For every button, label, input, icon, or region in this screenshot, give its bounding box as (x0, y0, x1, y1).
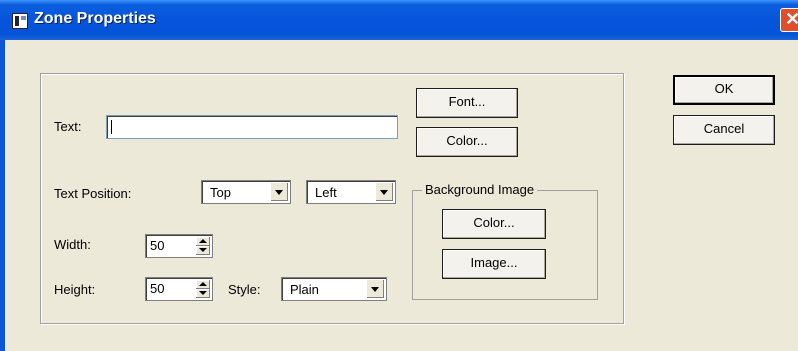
title-bar[interactable]: Zone Properties ✕ (0, 0, 798, 40)
height-label: Height: (54, 282, 96, 297)
font-button-label: Font... (448, 94, 486, 109)
background-image-group (412, 190, 598, 300)
color-button-label: Color... (446, 133, 488, 148)
color-button[interactable]: Color... (416, 127, 518, 157)
chevron-down-icon[interactable] (270, 183, 288, 201)
vertical-position-select[interactable]: Top (201, 180, 291, 204)
text-cursor (111, 120, 112, 134)
spin-down-icon[interactable] (196, 246, 210, 255)
horizontal-position-select[interactable]: Left (306, 180, 396, 204)
spin-up-icon[interactable] (196, 237, 210, 246)
width-label: Width: (54, 237, 91, 252)
height-stepper[interactable]: 50 (145, 277, 213, 301)
close-icon: ✕ (785, 9, 798, 29)
app-icon (12, 13, 28, 29)
close-button[interactable]: ✕ (780, 8, 798, 32)
cancel-button[interactable]: Cancel (673, 115, 775, 145)
chevron-down-icon[interactable] (366, 280, 384, 298)
vertical-position-value: Top (210, 185, 231, 200)
spin-up-icon[interactable] (196, 280, 210, 289)
cancel-button-label: Cancel (703, 121, 745, 136)
style-select[interactable]: Plain (281, 277, 387, 301)
window-border (0, 40, 5, 351)
ok-button-label: OK (714, 81, 734, 96)
width-stepper[interactable]: 50 (145, 234, 213, 258)
horizontal-position-value: Left (315, 185, 337, 200)
text-input[interactable] (106, 115, 398, 139)
window-title: Zone Properties (34, 10, 156, 27)
background-color-button-label: Color... (473, 215, 515, 230)
text-label: Text: (54, 119, 82, 134)
spin-down-icon[interactable] (196, 289, 210, 298)
style-label: Style: (228, 282, 261, 297)
ok-button[interactable]: OK (673, 75, 775, 105)
width-value: 50 (150, 238, 165, 253)
chevron-down-icon[interactable] (375, 183, 393, 201)
height-value: 50 (150, 281, 165, 296)
background-color-button[interactable]: Color... (442, 209, 546, 239)
background-image-button[interactable]: Image... (442, 249, 546, 279)
background-image-button-label: Image... (470, 255, 518, 270)
style-value: Plain (290, 282, 319, 297)
background-image-label: Background Image (422, 182, 538, 197)
font-button[interactable]: Font... (416, 88, 518, 118)
text-position-label: Text Position: (54, 186, 132, 201)
